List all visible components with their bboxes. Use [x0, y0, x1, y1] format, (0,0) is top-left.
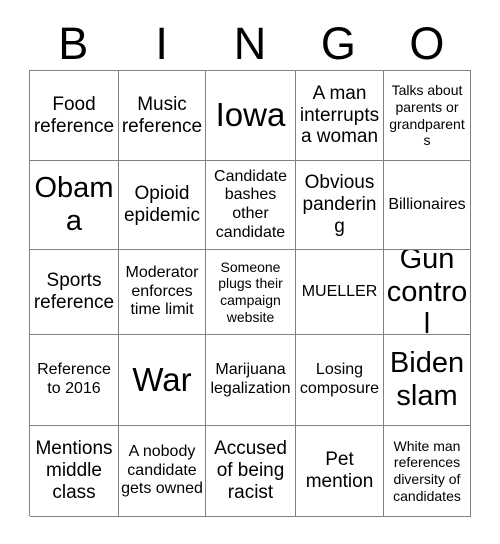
bingo-cell-text: Obvious pandering	[302, 172, 377, 237]
bingo-cell-text: Pet mention	[305, 449, 374, 492]
bingo-cell-text: Accused of being racist	[214, 438, 287, 503]
bingo-cell-r1c1[interactable]: Food reference	[30, 71, 119, 161]
bingo-cell-text: Marijuana legalization	[210, 361, 291, 397]
bingo-cell-r3c4[interactable]: MUELLER	[296, 250, 384, 335]
bingo-cell-text: Reference to 2016	[37, 361, 111, 397]
bingo-cell-text: White man references diversity of candid…	[393, 437, 461, 504]
bingo-cell-r3c5[interactable]: Gun control	[384, 250, 471, 335]
bingo-cell-r5c5[interactable]: White man references diversity of candid…	[384, 426, 471, 517]
bingo-cell-text: Opioid epidemic	[123, 183, 201, 226]
bingo-cell-text: Obama	[34, 172, 114, 237]
bingo-cell-r4c3[interactable]: Marijuana legalization	[206, 335, 296, 426]
bingo-cell-text: Billionaires	[388, 195, 466, 213]
bingo-cell-r2c1[interactable]: Obama	[30, 161, 119, 250]
bingo-header-row: B I N G O	[29, 18, 471, 70]
bingo-cell-r5c2[interactable]: A nobody candidate gets owned	[119, 426, 206, 517]
bingo-cell-r3c2[interactable]: Moderator enforces time limit	[119, 250, 206, 335]
bingo-cell-r2c4[interactable]: Obvious pandering	[296, 161, 384, 250]
bingo-cell-text: A nobody candidate gets owned	[121, 443, 203, 498]
bingo-cell-text: Mentions middle class	[35, 438, 113, 503]
bingo-cell-text: A man interrupts a woman	[299, 82, 380, 148]
bingo-header-letter-n: N	[233, 18, 267, 69]
bingo-cell-text: Talks about parents or grandparents	[389, 82, 465, 149]
bingo-header-letter-i: I	[155, 18, 168, 69]
bingo-cell-r4c2[interactable]: War	[119, 335, 206, 426]
bingo-cell-r4c4[interactable]: Losing composure	[296, 335, 384, 426]
bingo-cell-text: Candidate bashes other candidate	[214, 167, 287, 241]
bingo-cell-r2c2[interactable]: Opioid epidemic	[119, 161, 206, 250]
bingo-cell-r2c3[interactable]: Candidate bashes other candidate	[206, 161, 296, 250]
bingo-cell-r2c5[interactable]: Billionaires	[384, 161, 471, 250]
bingo-header-letter-g: G	[320, 18, 356, 69]
bingo-header-letter-o: O	[409, 18, 445, 69]
bingo-cell-r1c3[interactable]: Iowa	[206, 71, 296, 161]
bingo-cell-r4c1[interactable]: Reference to 2016	[30, 335, 119, 426]
bingo-grid: Food reference Music reference Iowa A ma…	[29, 70, 471, 517]
bingo-cell-r3c1[interactable]: Sports reference	[30, 250, 119, 335]
bingo-cell-text: Losing composure	[299, 361, 380, 397]
bingo-cell-r1c5[interactable]: Talks about parents or grandparents	[384, 71, 471, 161]
bingo-cell-text: Someone plugs their campaign website	[218, 258, 283, 325]
bingo-cell-text: Moderator enforces time limit	[125, 264, 199, 319]
bingo-cell-r4c5[interactable]: Biden slam	[384, 335, 471, 426]
bingo-cell-r5c1[interactable]: Mentions middle class	[30, 426, 119, 517]
bingo-cell-r5c3[interactable]: Accused of being racist	[206, 426, 296, 517]
bingo-cell-r1c4[interactable]: A man interrupts a woman	[296, 71, 384, 161]
bingo-cell-text: Gun control	[386, 250, 468, 335]
bingo-cell-text: Biden slam	[389, 347, 465, 412]
bingo-cell-r1c2[interactable]: Music reference	[119, 71, 206, 161]
bingo-cell-text: Food reference	[33, 93, 115, 137]
bingo-cell-r3c3[interactable]: Someone plugs their campaign website	[206, 250, 296, 335]
bingo-cell-text: Music reference	[121, 93, 203, 137]
bingo-cell-text: War	[132, 360, 192, 398]
bingo-cell-r5c4[interactable]: Pet mention	[296, 426, 384, 517]
bingo-cell-text: MUELLER	[301, 282, 378, 300]
bingo-header-letter-b: B	[58, 18, 89, 69]
bingo-cell-text: Iowa	[215, 96, 286, 134]
bingo-card: B I N G O Food reference Music reference…	[0, 0, 500, 544]
bingo-cell-text: Sports reference	[33, 270, 115, 313]
